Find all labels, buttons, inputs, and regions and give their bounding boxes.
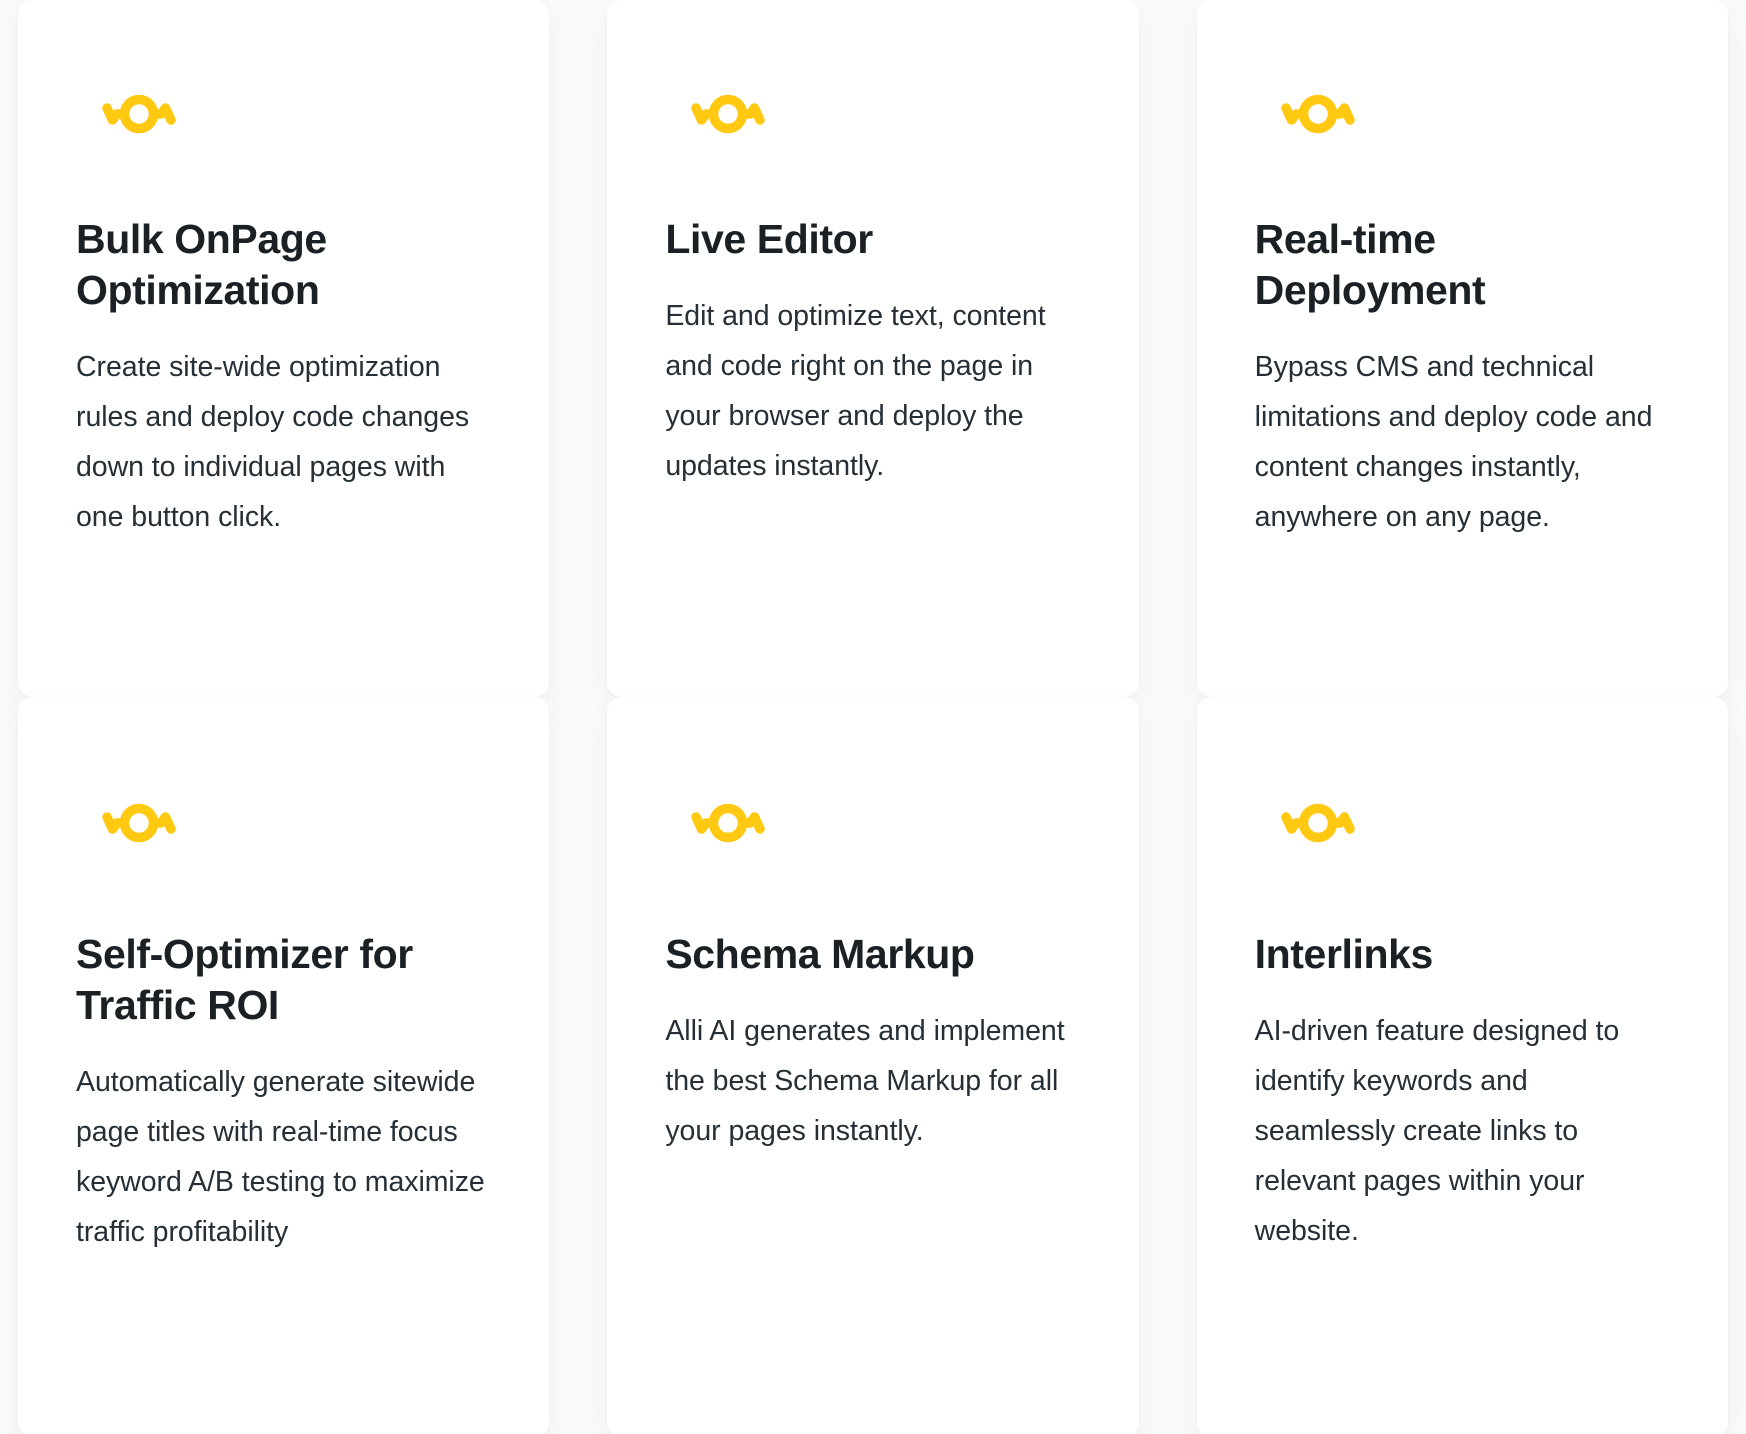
feature-card-live-editor[interactable]: Live Editor Edit and optimize text, cont… (607, 0, 1139, 697)
feature-card-interlinks[interactable]: Interlinks AI-driven feature designed to… (1196, 697, 1728, 1434)
feature-title: Bulk OnPage Optimization (76, 216, 327, 313)
feature-card-bulk-onpage-optimization[interactable]: Bulk OnPage Optimization Create site-wid… (18, 0, 550, 697)
features-grid: Bulk OnPage Optimization Create site-wid… (0, 0, 1746, 1434)
alli-ai-hexagon-logo-icon (1255, 769, 1670, 877)
alli-ai-hexagon-logo-icon (665, 60, 1080, 168)
feature-description: Create site-wide optimization rules and … (76, 350, 470, 534)
feature-title: Real-time Deployment (1254, 216, 1486, 313)
feature-card-schema-markup[interactable]: Schema Markup Alli AI generates and impl… (607, 697, 1139, 1434)
feature-description: Bypass CMS and technical limitations and… (1254, 350, 1653, 534)
feature-card-real-time-deployment[interactable]: Real-time Deployment Bypass CMS and tech… (1196, 0, 1728, 697)
feature-card-self-optimizer-for-traffic-roi[interactable]: Self-Optimizer for Traffic ROI Automatic… (18, 697, 550, 1434)
feature-description: Alli AI generates and implement the best… (665, 1014, 1065, 1148)
alli-ai-hexagon-logo-icon (76, 60, 491, 168)
alli-ai-hexagon-logo-icon (1255, 60, 1670, 168)
feature-title: Live Editor (665, 216, 873, 262)
feature-description: AI-driven feature designed to identify k… (1254, 1014, 1620, 1248)
alli-ai-hexagon-logo-icon (76, 769, 491, 877)
alli-ai-hexagon-logo-icon (665, 769, 1080, 877)
feature-title: Self-Optimizer for Traffic ROI (76, 931, 413, 1028)
feature-description: Edit and optimize text, content and code… (665, 299, 1046, 483)
feature-title: Schema Markup (665, 931, 975, 977)
feature-title: Interlinks (1254, 931, 1434, 977)
feature-description: Automatically generate sitewide page tit… (76, 1065, 485, 1249)
